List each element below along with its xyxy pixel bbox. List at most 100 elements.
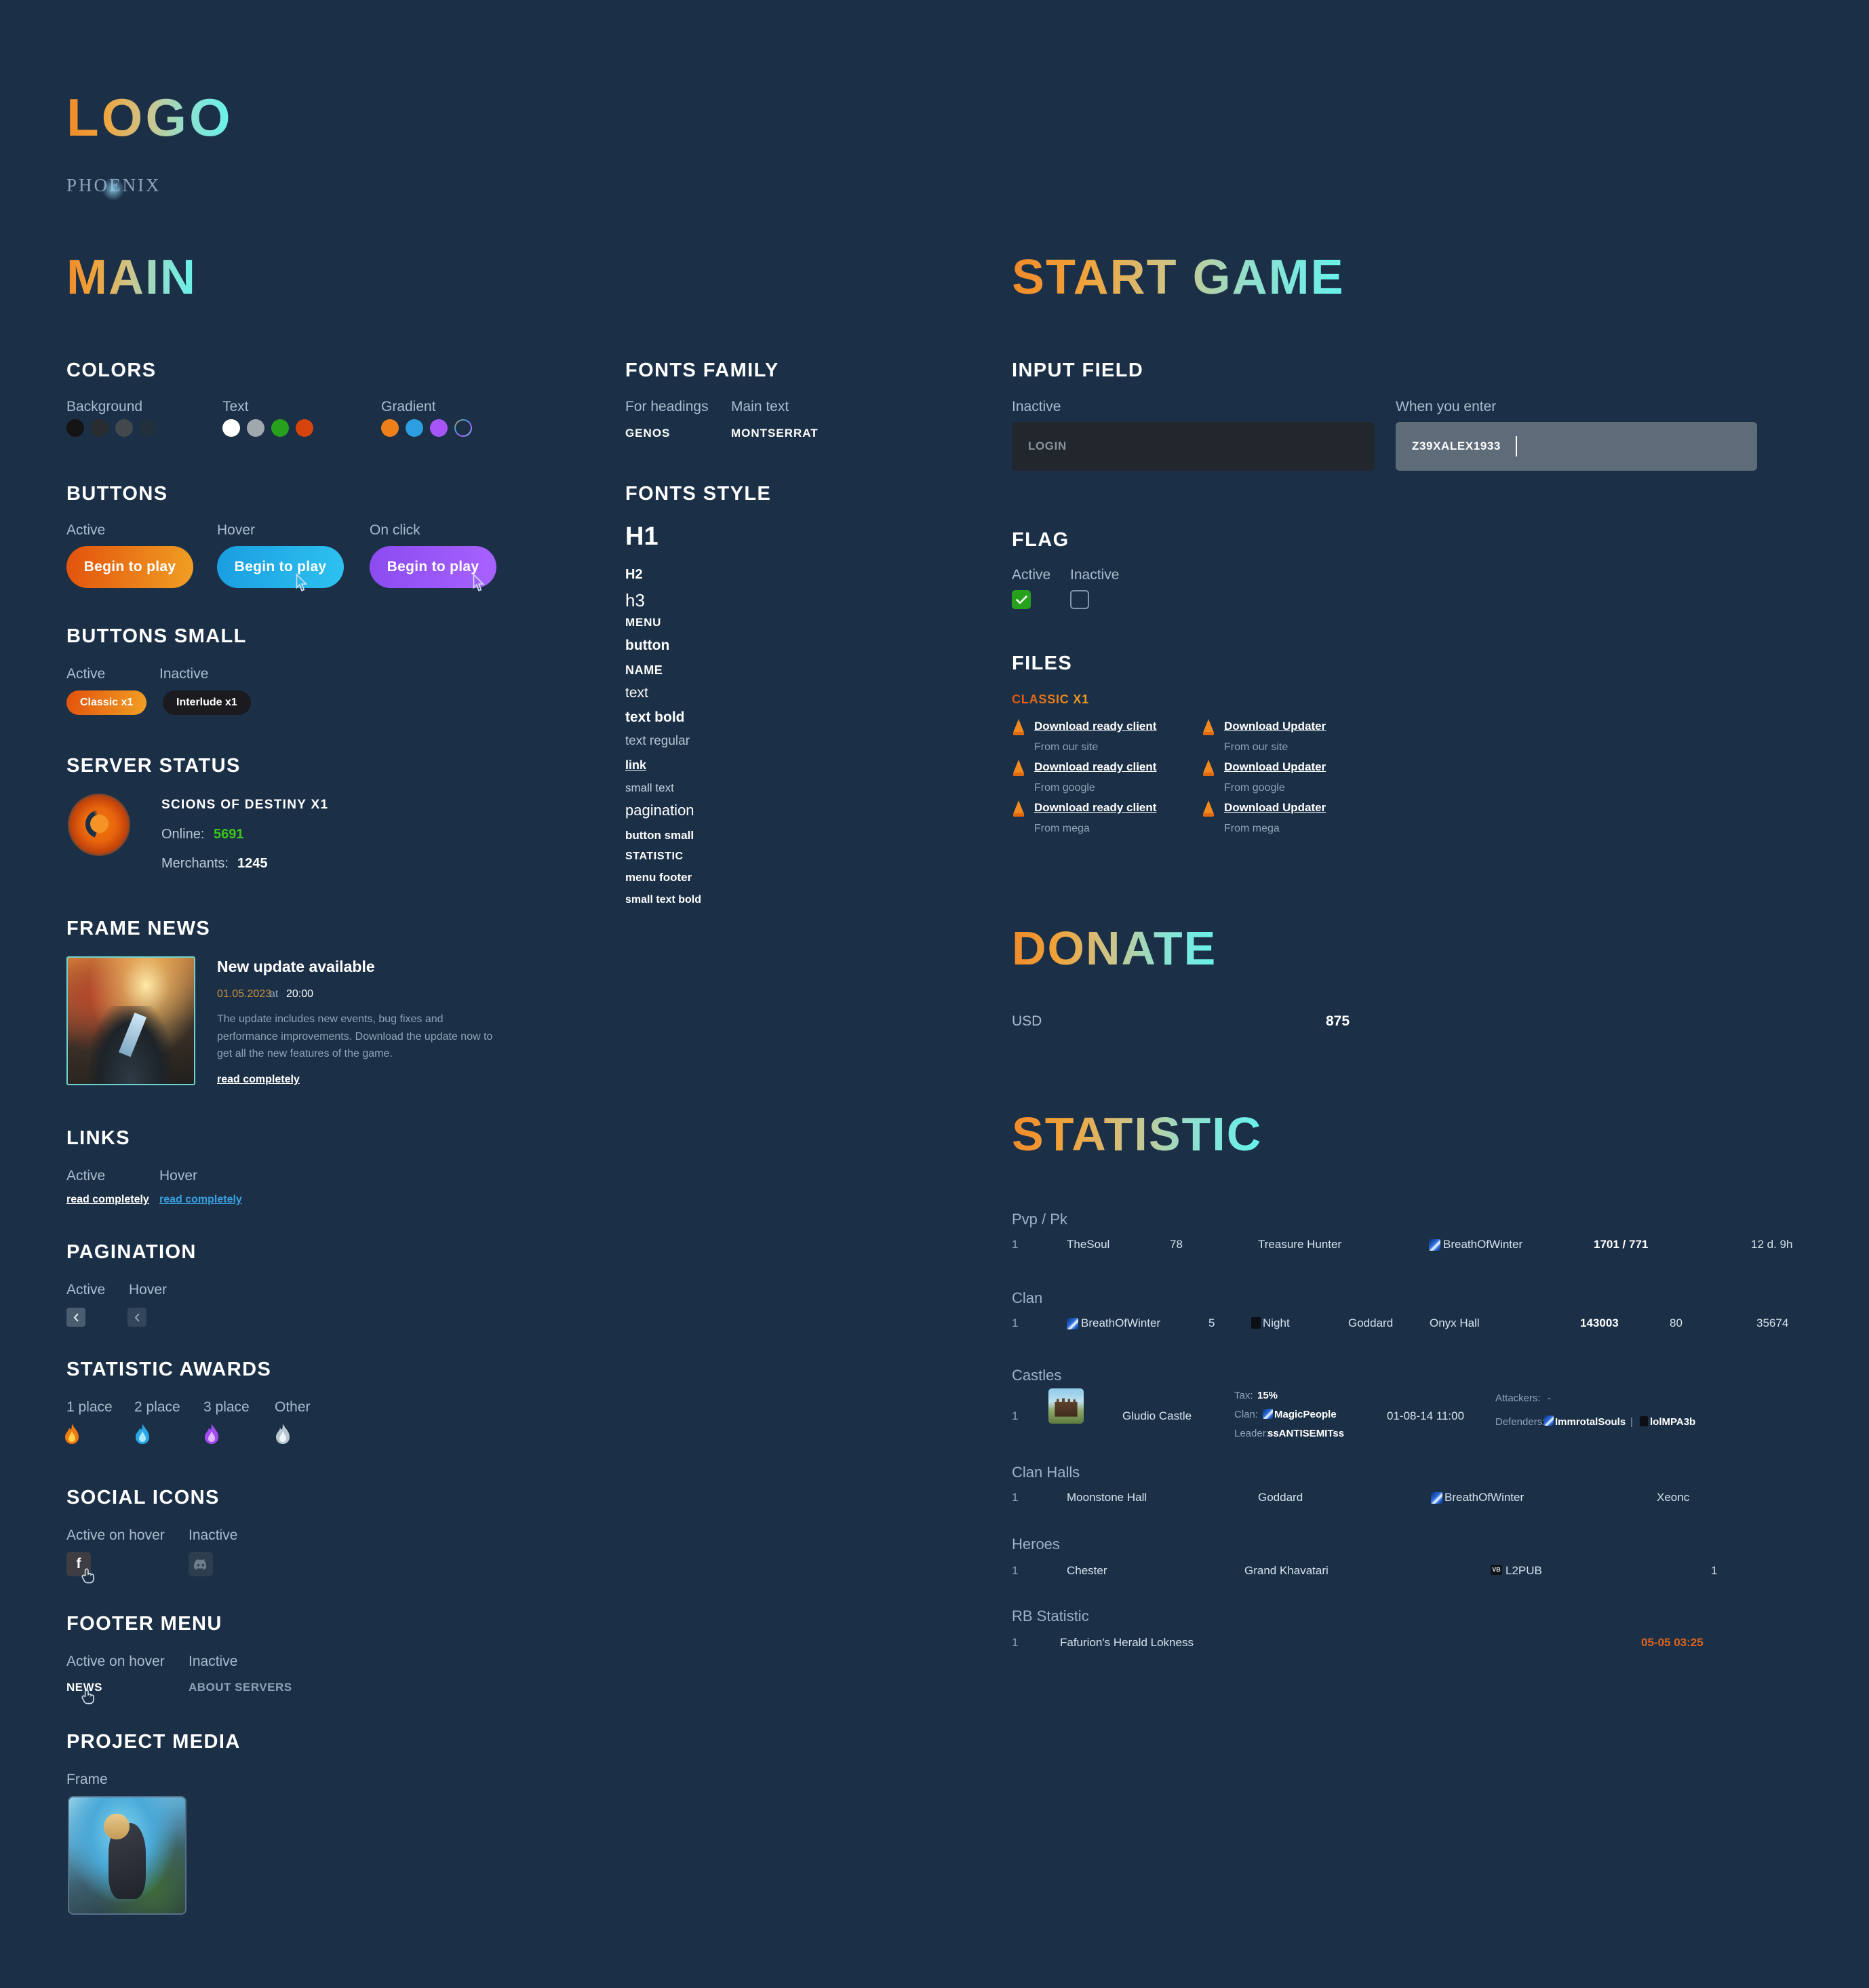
download-ready-client-link-3[interactable]: Download ready client (1034, 801, 1156, 815)
castle-rank: 1 (1012, 1409, 1019, 1422)
rb-rank: 1 (1012, 1636, 1019, 1649)
fonts-family-heading: FONTS FAMILY (625, 359, 779, 381)
clan-points: 143003 (1580, 1317, 1619, 1329)
pagination-state-active: Active (66, 1282, 106, 1298)
hall-leader: Xeonc (1657, 1491, 1690, 1504)
colors-background-label: Background (66, 399, 143, 414)
download-source-1: From our site (1034, 741, 1099, 753)
castle-name: Gludio Castle (1122, 1409, 1192, 1422)
castle-leader-label: Leader: (1234, 1428, 1269, 1439)
castle-clan-label: Clan: (1234, 1409, 1259, 1420)
stat-group-heroes: Heroes (1012, 1536, 1060, 1553)
interlude-x1-button[interactable]: Interlude x1 (163, 690, 251, 715)
cursor-hand-icon-footer (81, 1689, 94, 1704)
color-swatch-bg-3 (115, 419, 133, 437)
clan-level: 5 (1208, 1317, 1215, 1329)
footer-menu-item-about-servers[interactable]: ABOUT SERVERS (189, 1681, 292, 1694)
archive-icon-3 (1013, 800, 1024, 817)
pagination-prev-button-active[interactable] (66, 1308, 85, 1327)
castle-defenders-label: Defenders: (1495, 1416, 1546, 1428)
color-swatch-text-3 (271, 419, 289, 437)
hall-rank: 1 (1012, 1491, 1019, 1504)
login-input-inactive[interactable]: LOGIN (1012, 422, 1375, 471)
flag-checkbox-inactive[interactable] (1070, 590, 1089, 609)
donate-amount: 875 (1326, 1013, 1350, 1029)
castle-attackers-value: - (1548, 1392, 1551, 1404)
download-updater-link-3[interactable]: Download Updater (1224, 801, 1326, 815)
buttons-small-state-active: Active (66, 666, 106, 682)
links-state-hover: Hover (159, 1168, 198, 1184)
stat-group-pvp-pk: Pvp / Pk (1012, 1211, 1067, 1228)
fonts-style-heading: FONTS STYLE (625, 483, 772, 505)
social-icons-heading: SOCIAL ICONS (66, 1487, 220, 1508)
buttons-small-heading: BUTTONS SMALL (66, 625, 247, 647)
clan-hall: Onyx Hall (1430, 1317, 1480, 1329)
frame-news-heading: FRAME NEWS (66, 918, 211, 939)
link-sample-hover[interactable]: read completely (159, 1194, 242, 1206)
link-sample-active[interactable]: read completely (66, 1194, 149, 1206)
font-style-text: text (625, 685, 648, 701)
pvp-level: 78 (1170, 1238, 1183, 1251)
hero-name: Chester (1067, 1564, 1107, 1577)
buttons-state-hover: Hover (217, 522, 256, 538)
alliance-emblem-icon (1251, 1317, 1261, 1329)
fonts-headings-label: For headings (625, 399, 709, 414)
font-style-button-small: button small (625, 829, 694, 842)
footer-state-inactive: Inactive (189, 1654, 238, 1669)
award-place-1-label: 1 place (66, 1399, 113, 1415)
rb-name: Fafurion's Herald Lokness (1060, 1636, 1194, 1649)
font-style-menu: MENU (625, 616, 662, 629)
download-ready-client-link-2[interactable]: Download ready client (1034, 760, 1156, 774)
clan-members: 80 (1670, 1317, 1683, 1329)
pvp-time: 12 d. 9h (1751, 1238, 1793, 1251)
pagination-heading: PAGINATION (66, 1241, 197, 1263)
castle-defender-separator: | (1630, 1416, 1633, 1428)
discord-glyph-icon (193, 1559, 207, 1570)
font-style-small-text: small text (625, 781, 674, 794)
font-style-text-regular: text regular (625, 734, 690, 748)
server-merchants-label: Merchants: (161, 856, 229, 871)
begin-to-play-button-active[interactable]: Begin to play (66, 546, 193, 588)
discord-icon[interactable] (189, 1552, 213, 1576)
server-status-heading: SERVER STATUS (66, 755, 241, 777)
chevron-left-icon-hover (134, 1312, 140, 1322)
begin-to-play-button-hover[interactable]: Begin to play (217, 546, 344, 588)
statistic-section-title: STATISTIC (1012, 1108, 1263, 1161)
flag-checkbox-active[interactable] (1012, 590, 1031, 609)
castle-siege-time: 01-08-14 11:00 (1387, 1409, 1465, 1422)
font-style-statistic: STATISTIC (625, 851, 684, 862)
buttons-small-state-inactive: Inactive (159, 666, 209, 682)
login-input-active[interactable]: Z39XALEX1933 (1396, 422, 1757, 471)
download-updater-link-1[interactable]: Download Updater (1224, 720, 1326, 733)
download-updater-link-2[interactable]: Download Updater (1224, 760, 1326, 774)
clan-name: BreathOfWinter (1081, 1317, 1161, 1329)
phoenix-star-icon (102, 178, 125, 201)
buttons-heading: BUTTONS (66, 483, 168, 505)
stat-group-rb-statistic: RB Statistic (1012, 1607, 1089, 1624)
archive-icon-1 (1013, 719, 1024, 735)
hall-town: Goddard (1258, 1491, 1303, 1504)
defender-emblem-icon-1 (1544, 1416, 1554, 1426)
fonts-headings-value: GENOS (625, 427, 671, 440)
check-icon (1015, 595, 1027, 604)
stat-group-castles: Castles (1012, 1367, 1062, 1384)
colors-text-label: Text (222, 399, 249, 414)
donate-section-title: DONATE (1012, 922, 1217, 975)
classic-x1-button[interactable]: Classic x1 (66, 690, 147, 715)
font-style-button: button (625, 638, 670, 653)
links-heading: LINKS (66, 1127, 130, 1149)
cursor-pointer-icon (296, 573, 308, 591)
clan-reputation: 35674 (1756, 1317, 1789, 1329)
footer-state-active: Active on hover (66, 1654, 165, 1669)
clan-alliance: Night (1263, 1317, 1290, 1329)
castle-leader-value: ssANTISEMITss (1267, 1428, 1345, 1439)
files-group-label: CLASSIC X1 (1012, 693, 1090, 706)
archive-icon-5 (1203, 760, 1214, 776)
news-read-completely-link[interactable]: read completely (217, 1074, 300, 1086)
flame-icon-silver (273, 1423, 292, 1446)
color-swatch-bg-2 (91, 419, 109, 437)
flame-icon-gold (62, 1423, 81, 1446)
pagination-prev-button-hover[interactable] (127, 1308, 146, 1327)
download-ready-client-link-1[interactable]: Download ready client (1034, 720, 1156, 733)
phoenix-server-logo-icon (68, 794, 130, 856)
